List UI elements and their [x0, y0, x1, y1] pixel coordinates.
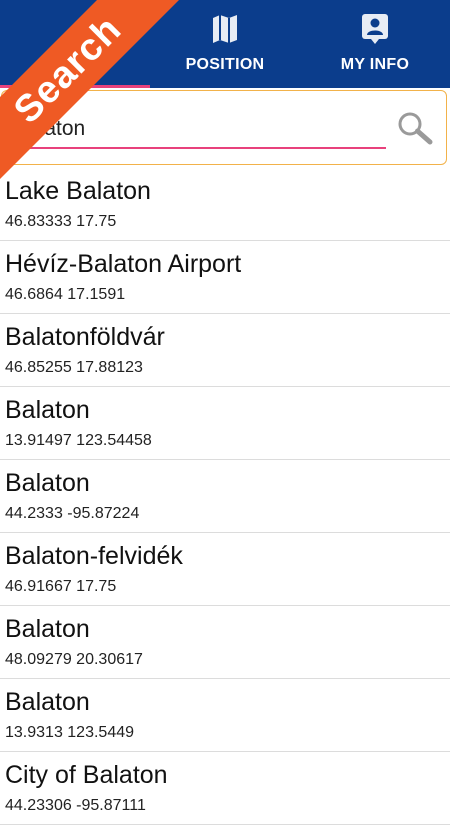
result-name: Balaton [5, 396, 90, 424]
results-list: Lake Balaton 46.83333 17.75 Hévíz-Balato… [0, 168, 450, 825]
tab-position-label: POSITION [185, 56, 265, 73]
tab-my-info-label: MY INFO [340, 56, 410, 73]
result-name: Balaton-felvidék [5, 542, 183, 570]
result-coordinates: 46.83333 17.75 [5, 213, 117, 230]
list-item[interactable]: Balaton-felvidék 46.91667 17.75 [0, 533, 450, 606]
top-tab-bar: SEARCH POSITION MY INFO [0, 0, 450, 88]
search-input[interactable] [14, 111, 386, 149]
list-item[interactable]: Hévíz-Balaton Airport 46.6864 17.1591 [0, 241, 450, 314]
result-coordinates: 13.9313 123.5449 [5, 724, 135, 741]
result-name: Balaton [5, 615, 90, 643]
list-item[interactable]: Lake Balaton 46.83333 17.75 [0, 168, 450, 241]
result-name: Lake Balaton [5, 177, 151, 205]
list-item[interactable]: City of Balaton 44.23306 -95.87111 [0, 752, 450, 825]
list-item[interactable]: Balaton 44.2333 -95.87224 [0, 460, 450, 533]
tab-search[interactable]: SEARCH [0, 0, 150, 88]
result-name: Balaton [5, 688, 90, 716]
tab-my-info[interactable]: MY INFO [300, 0, 450, 88]
tab-position[interactable]: POSITION [150, 0, 300, 88]
contact-card-icon [361, 12, 389, 46]
list-item[interactable]: Balaton 13.91497 123.54458 [0, 387, 450, 460]
result-coordinates: 46.6864 17.1591 [5, 286, 126, 303]
search-box [1, 90, 447, 165]
active-tab-indicator [0, 85, 150, 88]
result-coordinates: 46.91667 17.75 [5, 578, 117, 595]
map-icon [212, 12, 238, 46]
tab-search-label: SEARCH [40, 56, 110, 73]
result-coordinates: 44.2333 -95.87224 [5, 505, 140, 522]
list-item[interactable]: Balatonföldvár 46.85255 17.88123 [0, 314, 450, 387]
result-name: Balaton [5, 469, 90, 497]
search-icon[interactable] [396, 111, 434, 145]
result-name: City of Balaton [5, 761, 168, 789]
result-name: Balatonföldvár [5, 323, 165, 351]
result-coordinates: 48.09279 20.30617 [5, 651, 143, 668]
result-coordinates: 13.91497 123.54458 [5, 432, 152, 449]
result-name: Hévíz-Balaton Airport [5, 250, 242, 278]
list-item[interactable]: Balaton 13.9313 123.5449 [0, 679, 450, 752]
result-coordinates: 46.85255 17.88123 [5, 359, 143, 376]
list-item[interactable]: Balaton 48.09279 20.30617 [0, 606, 450, 679]
